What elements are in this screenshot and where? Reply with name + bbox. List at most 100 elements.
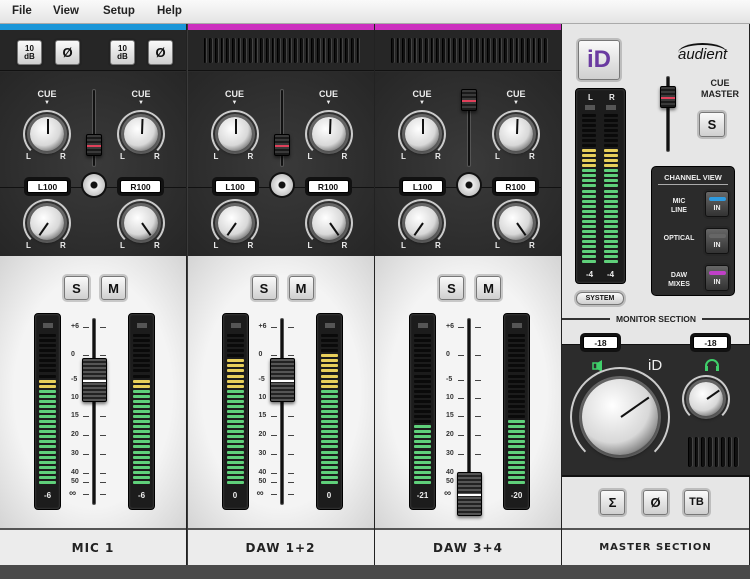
meter-segment xyxy=(39,480,56,484)
system-button[interactable]: SYSTEM xyxy=(576,292,624,305)
fader-scale-label: +6 xyxy=(446,323,454,330)
meter-segment xyxy=(133,430,150,434)
cue-fader-handle[interactable] xyxy=(461,89,477,111)
pad-10db-button-1[interactable]: 10 dB xyxy=(17,40,42,65)
cue-pan-knob-right[interactable] xyxy=(304,110,353,158)
cue-master-solo-button[interactable]: S xyxy=(699,112,725,137)
cue-master-fader-handle[interactable] xyxy=(660,86,676,108)
meter-segment xyxy=(226,430,244,434)
pad-10db-button-2[interactable]: 10 dB xyxy=(110,40,135,65)
meter-segment xyxy=(320,339,338,343)
meter-value-right: 0 xyxy=(326,491,332,500)
meter-segment xyxy=(414,425,431,429)
meter-segment xyxy=(320,349,338,353)
meter-segment xyxy=(39,399,56,403)
meter-segment xyxy=(508,364,525,368)
meter-segment xyxy=(39,374,56,378)
meter-left: -6 xyxy=(34,313,61,510)
stereo-link-button[interactable] xyxy=(83,174,105,196)
solo-button[interactable]: S xyxy=(439,276,464,300)
meter-segment xyxy=(604,114,618,117)
pan-label-r: R xyxy=(435,241,441,250)
phase-button-1[interactable]: Ø xyxy=(55,40,80,65)
pan-knob-left[interactable] xyxy=(398,199,446,247)
mute-button[interactable]: M xyxy=(101,276,126,300)
menu-help[interactable]: Help xyxy=(157,5,182,17)
fader-scale-label: 0 xyxy=(446,351,450,358)
monitor-volume-knob[interactable] xyxy=(570,367,670,467)
meter-segment xyxy=(226,334,244,337)
channel-view-in-button[interactable]: IN xyxy=(705,265,729,291)
fader-scale-label: +6 xyxy=(258,323,267,330)
mute-button[interactable]: M xyxy=(476,276,501,300)
solo-button[interactable]: S xyxy=(251,276,277,300)
fader-scale-label: 30 xyxy=(258,450,267,457)
polarity-button[interactable]: Ø xyxy=(643,490,668,515)
menu-setup[interactable]: Setup xyxy=(103,5,135,17)
meter-segment xyxy=(39,430,56,434)
fader-scale-label: 40 xyxy=(446,469,454,476)
meter-segment xyxy=(508,394,525,398)
meter-segment xyxy=(133,349,150,353)
meter-segment xyxy=(582,129,596,133)
meter-right: 0 xyxy=(315,313,343,510)
mute-button[interactable]: M xyxy=(288,276,314,300)
fader-scale-label: ∞ xyxy=(444,488,452,499)
meter-segment xyxy=(39,455,56,459)
meter-segment xyxy=(226,475,244,479)
cue-fader-handle[interactable] xyxy=(273,133,290,156)
meter-left: 0 xyxy=(221,313,249,510)
meter-segment xyxy=(39,364,56,368)
meter-segment xyxy=(508,359,525,363)
meter-segment xyxy=(39,334,56,337)
channel-fader-handle[interactable] xyxy=(82,358,107,402)
id-button[interactable]: iD xyxy=(578,40,620,80)
meter-segment xyxy=(226,455,244,459)
meter-label-right: R xyxy=(609,93,615,102)
talkback-button[interactable]: TB xyxy=(684,490,709,515)
channel-view-in-button[interactable]: IN xyxy=(705,228,729,254)
meter-segment xyxy=(604,134,618,138)
stereo-link-button[interactable] xyxy=(270,174,293,196)
cue-pan-knob-left[interactable] xyxy=(398,110,446,158)
pan-knob-left[interactable] xyxy=(23,199,71,247)
meter-segment xyxy=(414,435,431,439)
meter-segment xyxy=(320,399,338,403)
channel-strip: 10 dB 10 dB Ø Ø CUE ▼ CUE ▼ L R L R L R L R L100 R100 S M -… xyxy=(0,24,187,565)
channel-fader-handle[interactable] xyxy=(269,358,295,402)
pan-knob-right[interactable] xyxy=(304,199,353,247)
menu-view[interactable]: View xyxy=(53,5,79,17)
meter-segment xyxy=(414,364,431,368)
cue-pan-knob-left[interactable] xyxy=(23,110,71,158)
pan-knob-right[interactable] xyxy=(492,199,540,247)
channel-view-in-button[interactable]: IN xyxy=(705,191,729,217)
pan-display-left: L100 xyxy=(214,180,256,193)
meter-segment xyxy=(133,384,150,388)
solo-button[interactable]: S xyxy=(64,276,89,300)
fader-scale-label: 10 xyxy=(71,394,79,401)
pan-knob-right[interactable] xyxy=(117,199,165,247)
cue-marker-icon: ▼ xyxy=(325,100,332,106)
stereo-link-button[interactable] xyxy=(458,174,480,196)
meter-segment xyxy=(226,364,244,368)
phase-button-2[interactable]: Ø xyxy=(148,40,173,65)
meter-segment xyxy=(414,455,431,459)
pan-knob-left[interactable] xyxy=(210,199,259,247)
menu-file[interactable]: File xyxy=(12,5,32,17)
headphone-volume-knob[interactable] xyxy=(682,375,730,423)
meter-segment xyxy=(604,189,618,193)
meter-segment xyxy=(582,244,596,248)
meter-segment xyxy=(582,159,596,163)
cue-pan-knob-right[interactable] xyxy=(492,110,540,158)
meter-segment xyxy=(414,384,431,388)
cue-pan-knob-right[interactable] xyxy=(117,110,165,158)
meter-segment xyxy=(320,394,338,398)
cue-fader-handle[interactable] xyxy=(86,133,102,156)
meter-segment xyxy=(226,420,244,424)
cue-pan-knob-left[interactable] xyxy=(210,110,259,158)
channel-fader-handle[interactable] xyxy=(457,472,482,516)
pan-label-r: R xyxy=(154,152,160,161)
mono-sum-button[interactable]: Σ xyxy=(600,490,625,515)
pan-label-r: R xyxy=(60,152,66,161)
meter-segment xyxy=(226,354,244,358)
